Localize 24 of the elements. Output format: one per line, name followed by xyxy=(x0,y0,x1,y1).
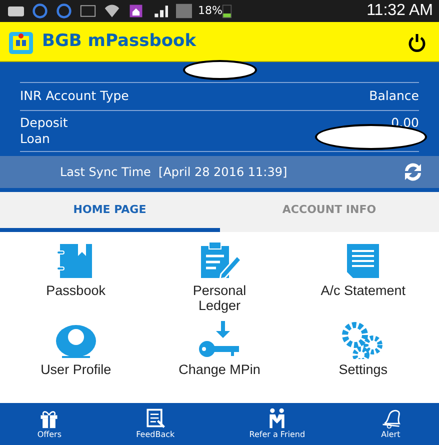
battery-percent: 18% xyxy=(198,2,222,19)
nav-label[interactable]: FeedBack xyxy=(136,429,175,441)
nav-label[interactable]: Refer a Friend xyxy=(249,429,306,441)
clock: 11:32 AM xyxy=(366,1,433,21)
last-sync-time: Last Sync Time [April 28 2016 11:39] xyxy=(60,164,288,181)
power-icon[interactable] xyxy=(407,32,427,52)
tile-label[interactable]: Passbook xyxy=(46,284,106,299)
account-type: Loan xyxy=(20,130,50,147)
bell-icon[interactable] xyxy=(380,407,402,429)
battery-icon xyxy=(222,3,232,19)
column-header: INR Account Type xyxy=(20,87,129,105)
nav-label[interactable]: Alert xyxy=(381,429,400,441)
feedback-icon[interactable] xyxy=(144,407,166,429)
nav-label[interactable]: Offers xyxy=(37,429,62,441)
tab[interactable]: HOME PAGE xyxy=(0,192,220,232)
tile-label[interactable]: Settings xyxy=(338,363,388,378)
app-title: BGB mPassbook xyxy=(42,30,196,53)
tile-label[interactable]: Change MPin xyxy=(178,363,260,378)
column-header: Balance xyxy=(369,87,419,105)
tile-label[interactable]: User Profile xyxy=(40,363,112,378)
wifi-icon xyxy=(102,3,122,19)
tile-label[interactable]: Personal Ledger xyxy=(175,284,264,314)
tile-label[interactable]: A/c Statement xyxy=(320,284,406,299)
account-type: Deposit xyxy=(20,114,68,131)
